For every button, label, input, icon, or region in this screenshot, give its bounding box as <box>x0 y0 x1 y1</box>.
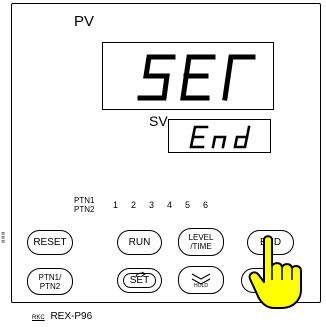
pv-display <box>102 42 274 110</box>
sv-label: SV <box>149 113 168 129</box>
sv-seven-segment-readout <box>189 125 251 149</box>
ptn-select-label-line2: PTN2 <box>39 281 61 291</box>
side-vertical-mark: ≡ ≡ ≡ <box>1 231 6 245</box>
pattern-label: PTN1 PTN2 <box>74 196 94 214</box>
pattern-label-line2: PTN2 <box>74 205 95 214</box>
run-button-label: RUN <box>128 237 151 248</box>
level-time-label-line1: LEVEL <box>188 233 214 242</box>
pattern-number-3: 3 <box>149 200 155 210</box>
model-name: REX-P96 <box>50 311 93 322</box>
model-footer: RKC REX-P96 <box>32 311 92 322</box>
reset-button-label: RESET <box>33 237 67 248</box>
pattern-label-line1: PTN1 <box>74 196 95 205</box>
pattern-number-1: 1 <box>113 200 119 210</box>
ptn-select-button[interactable]: PTN1/ PTN2 <box>27 268 73 295</box>
brand-mark: RKC <box>32 315 45 321</box>
hold-button[interactable]: HOLD <box>178 266 224 294</box>
hold-button-label: HOLD <box>194 283 208 289</box>
level-time-label-line2: /TIME <box>190 242 212 251</box>
run-button[interactable]: RUN <box>117 230 162 255</box>
pointing-hand-icon <box>248 235 302 309</box>
pattern-number-5: 5 <box>185 200 191 210</box>
refresh-arrow-icon <box>135 271 146 278</box>
level-time-button[interactable]: LEVEL /TIME <box>178 228 224 256</box>
set-button[interactable]: SET <box>117 268 162 293</box>
sv-display <box>168 119 271 153</box>
pattern-number-4: 4 <box>167 200 173 210</box>
pattern-number-2: 2 <box>131 200 137 210</box>
pv-label: PV <box>74 13 95 30</box>
ptn-select-label-line1: PTN1/ <box>38 272 62 282</box>
pattern-number-6: 6 <box>203 200 209 210</box>
reset-button[interactable]: RESET <box>27 230 73 255</box>
pv-seven-segment-readout <box>137 54 256 101</box>
